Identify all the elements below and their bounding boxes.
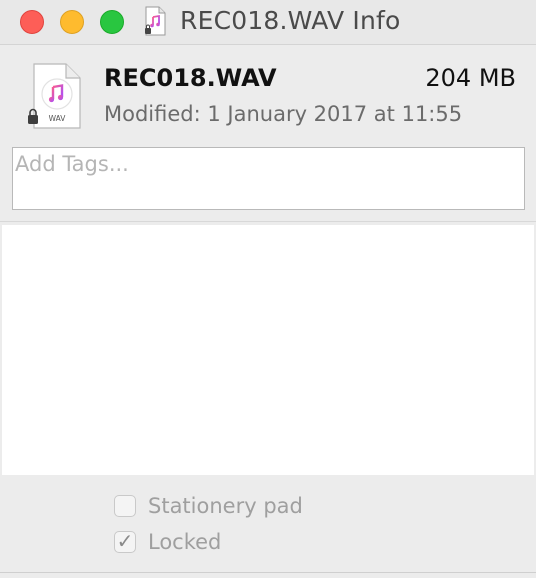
stationery-pad-option[interactable]: Stationery pad	[114, 493, 303, 519]
locked-label: Locked	[148, 530, 222, 554]
file-type-label: WAV	[49, 114, 67, 123]
tags-input[interactable]	[12, 147, 525, 210]
stationery-pad-label: Stationery pad	[148, 494, 303, 518]
section-divider	[0, 221, 536, 222]
close-button[interactable]	[20, 10, 44, 34]
modified-date: Modified: 1 January 2017 at 11:55	[104, 102, 463, 126]
info-pane	[2, 225, 534, 475]
window-title: REC018.WAV Info	[180, 6, 401, 35]
minimize-button[interactable]	[60, 10, 84, 34]
bottom-divider	[0, 572, 536, 573]
locked-checkbox[interactable]: ✓	[114, 529, 136, 553]
title-bar[interactable]: REC018.WAV Info	[0, 0, 536, 45]
music-note-document-icon: WAV	[28, 63, 81, 129]
zoom-button[interactable]	[100, 10, 124, 34]
file-size: 204 MB	[425, 64, 516, 92]
stationery-pad-checkbox[interactable]	[114, 495, 136, 517]
info-window: REC018.WAV Info WAV REC018.WAV 204 MB Mo…	[0, 0, 536, 578]
locked-option[interactable]: ✓ Locked	[114, 529, 221, 555]
checkmark-icon: ✓	[116, 529, 134, 553]
file-name: REC018.WAV	[104, 64, 277, 92]
document-proxy-icon[interactable]	[144, 6, 166, 36]
